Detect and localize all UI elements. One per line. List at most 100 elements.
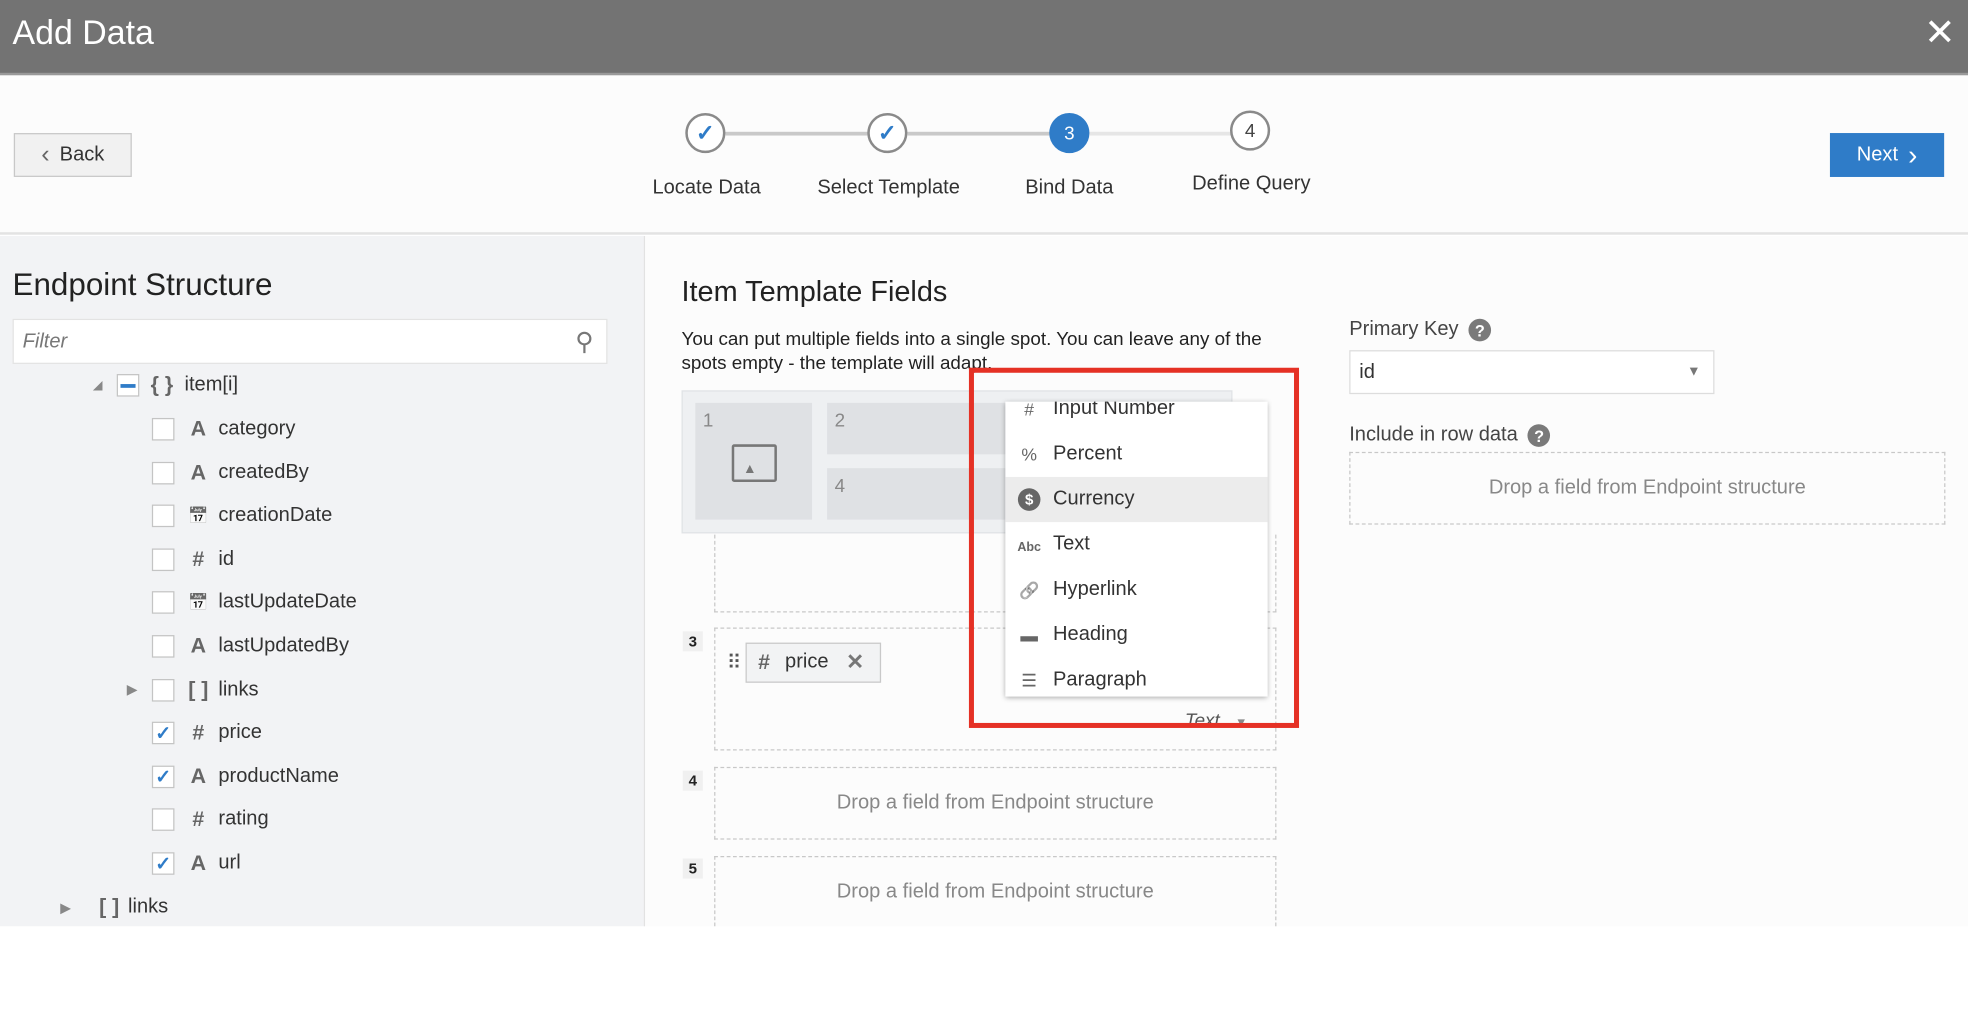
tree-item-url[interactable]: ✓ Aurl bbox=[128, 848, 241, 878]
check-icon: ✓ bbox=[695, 119, 715, 145]
image-icon: ▲ bbox=[731, 444, 777, 482]
array-brackets-icon: [ ] bbox=[99, 894, 120, 919]
tree-label: links bbox=[218, 678, 259, 700]
checkbox[interactable] bbox=[151, 591, 175, 615]
slot-5-dropzone[interactable]: Drop a field from Endpoint structure bbox=[714, 855, 1277, 927]
cell-number: 1 bbox=[702, 410, 714, 432]
endpoint-structure-panel: Endpoint Structure Filter ⚲ ◢ { } item[i… bbox=[0, 235, 646, 927]
tree-item-links[interactable]: ▶ [ ] links bbox=[60, 892, 168, 922]
expand-triangle-icon[interactable]: ▶ bbox=[60, 899, 95, 916]
tree-item-id[interactable]: # id bbox=[128, 544, 234, 574]
text-type-icon: A bbox=[190, 850, 207, 875]
number-icon: # bbox=[192, 546, 205, 571]
step-2-circle[interactable]: ✓ bbox=[867, 112, 908, 154]
tree-item-rating[interactable]: # rating bbox=[128, 805, 269, 835]
tree-item-creationDate[interactable]: 📅 creationDate bbox=[128, 501, 332, 531]
search-icon[interactable]: ⚲ bbox=[575, 326, 593, 357]
panel-title: Endpoint Structure bbox=[12, 267, 273, 303]
tree-root-item[interactable]: ◢ { } item[i] bbox=[93, 370, 238, 400]
wizard-toolbar: ‹ Back ✓ ✓ 3 4 Locate Data Select Templat… bbox=[0, 75, 1968, 235]
drag-handle-icon[interactable]: ⠿ bbox=[727, 650, 742, 675]
checkbox[interactable] bbox=[151, 678, 175, 702]
dropzone-placeholder: Drop a field from Endpoint structure bbox=[836, 791, 1154, 814]
chip-label: price bbox=[785, 651, 829, 673]
checkbox[interactable] bbox=[151, 504, 175, 528]
tree-label: price bbox=[218, 721, 262, 744]
tree-label: createdBy bbox=[218, 461, 309, 483]
field-chip-price[interactable]: # price ✕ bbox=[745, 642, 882, 683]
slot-number: 5 bbox=[682, 858, 703, 879]
checkbox[interactable] bbox=[151, 808, 175, 832]
text-type-icon: A bbox=[190, 764, 207, 788]
checkbox[interactable] bbox=[151, 635, 175, 658]
dialog-header: Add Data ✕ bbox=[0, 0, 1968, 76]
checkbox[interactable]: ✓ bbox=[151, 852, 175, 875]
close-icon[interactable]: ✕ bbox=[1924, 13, 1956, 56]
datetime-icon: 📅 bbox=[188, 506, 209, 525]
label-text: Primary Key bbox=[1349, 318, 1459, 341]
collapse-triangle-icon[interactable]: ◢ bbox=[93, 378, 117, 392]
help-icon[interactable]: ? bbox=[1527, 424, 1551, 447]
step-4-circle[interactable]: 4 bbox=[1229, 110, 1271, 151]
tree-label: lastUpdatedBy bbox=[218, 635, 349, 657]
slot-number: 4 bbox=[682, 770, 703, 791]
checkbox[interactable]: ✓ bbox=[151, 721, 175, 745]
tree-item-lastUpdatedBy[interactable]: AlastUpdatedBy bbox=[128, 631, 349, 661]
array-brackets-icon: [ ] bbox=[188, 677, 209, 702]
slot-4-dropzone[interactable]: Drop a field from Endpoint structure bbox=[714, 766, 1277, 840]
step-connector bbox=[1089, 131, 1232, 136]
tree-item-lastUpdateDate[interactable]: 📅 lastUpdateDate bbox=[128, 588, 357, 618]
checkbox[interactable] bbox=[151, 417, 175, 441]
next-button[interactable]: Next › bbox=[1829, 133, 1945, 177]
primary-key-label: Primary Key? bbox=[1349, 318, 1492, 342]
preview-cell-1: 1 ▲ bbox=[695, 402, 813, 520]
number-icon: # bbox=[758, 650, 770, 674]
label-text: Include in row data bbox=[1349, 424, 1518, 446]
section-title: Item Template Fields bbox=[681, 274, 948, 308]
tree-item-category[interactable]: Acategory bbox=[128, 414, 295, 444]
highlight-box bbox=[968, 367, 1300, 728]
tree-item-productName[interactable]: ✓ AproductName bbox=[128, 762, 339, 792]
datetime-icon: 📅 bbox=[188, 592, 209, 612]
step-1-circle[interactable]: ✓ bbox=[685, 112, 726, 154]
checkbox[interactable] bbox=[151, 461, 175, 484]
text-type-icon: A bbox=[190, 460, 207, 484]
tree-item-createdBy[interactable]: AcreatedBy bbox=[128, 458, 309, 488]
tree-item-price[interactable]: ✓ # price bbox=[128, 718, 262, 748]
tree-label: links bbox=[128, 896, 169, 918]
primary-key-select[interactable]: id ▼ bbox=[1349, 350, 1715, 395]
dropdown-arrow-icon: ▼ bbox=[1686, 363, 1701, 380]
check-icon: ✓ bbox=[155, 766, 172, 788]
tree-label: item[i] bbox=[184, 374, 239, 396]
help-icon[interactable]: ? bbox=[1468, 318, 1492, 342]
chevron-right-icon: › bbox=[1908, 138, 1918, 171]
checkbox[interactable] bbox=[151, 548, 175, 571]
step-connector bbox=[907, 131, 1051, 136]
expand-triangle-icon[interactable]: ▶ bbox=[127, 682, 138, 698]
check-icon: ✓ bbox=[155, 723, 172, 745]
number-icon: # bbox=[192, 720, 205, 745]
object-braces-icon: { } bbox=[150, 372, 174, 397]
back-button[interactable]: ‹ Back bbox=[13, 133, 132, 177]
step-3-circle[interactable]: 3 bbox=[1049, 112, 1090, 154]
dialog-title: Add Data bbox=[12, 13, 154, 52]
chevron-left-icon: ‹ bbox=[41, 140, 50, 169]
partial-checkbox[interactable] bbox=[116, 374, 140, 397]
text-type-icon: A bbox=[190, 633, 207, 658]
dropzone-placeholder: Drop a field from Endpoint structure bbox=[836, 880, 1154, 902]
step-label: Bind Data bbox=[1025, 176, 1114, 199]
dropzone-placeholder: Drop a field from Endpoint structure bbox=[1488, 476, 1806, 499]
step-label: Locate Data bbox=[652, 176, 761, 199]
step-label: Define Query bbox=[1192, 173, 1311, 195]
filter-input[interactable]: Filter ⚲ bbox=[12, 318, 608, 364]
include-row-data-dropzone[interactable]: Drop a field from Endpoint structure bbox=[1349, 451, 1946, 525]
select-value: id bbox=[1359, 361, 1375, 383]
remove-icon[interactable]: ✕ bbox=[846, 650, 864, 675]
text-type-icon: A bbox=[190, 416, 207, 441]
tree-item-links[interactable]: ▶ [ ] links bbox=[127, 675, 259, 705]
checkbox[interactable]: ✓ bbox=[151, 765, 175, 788]
check-icon: ✓ bbox=[155, 853, 172, 875]
cell-number: 4 bbox=[834, 475, 846, 498]
number-icon: # bbox=[192, 807, 205, 832]
slot-number: 3 bbox=[682, 631, 703, 652]
